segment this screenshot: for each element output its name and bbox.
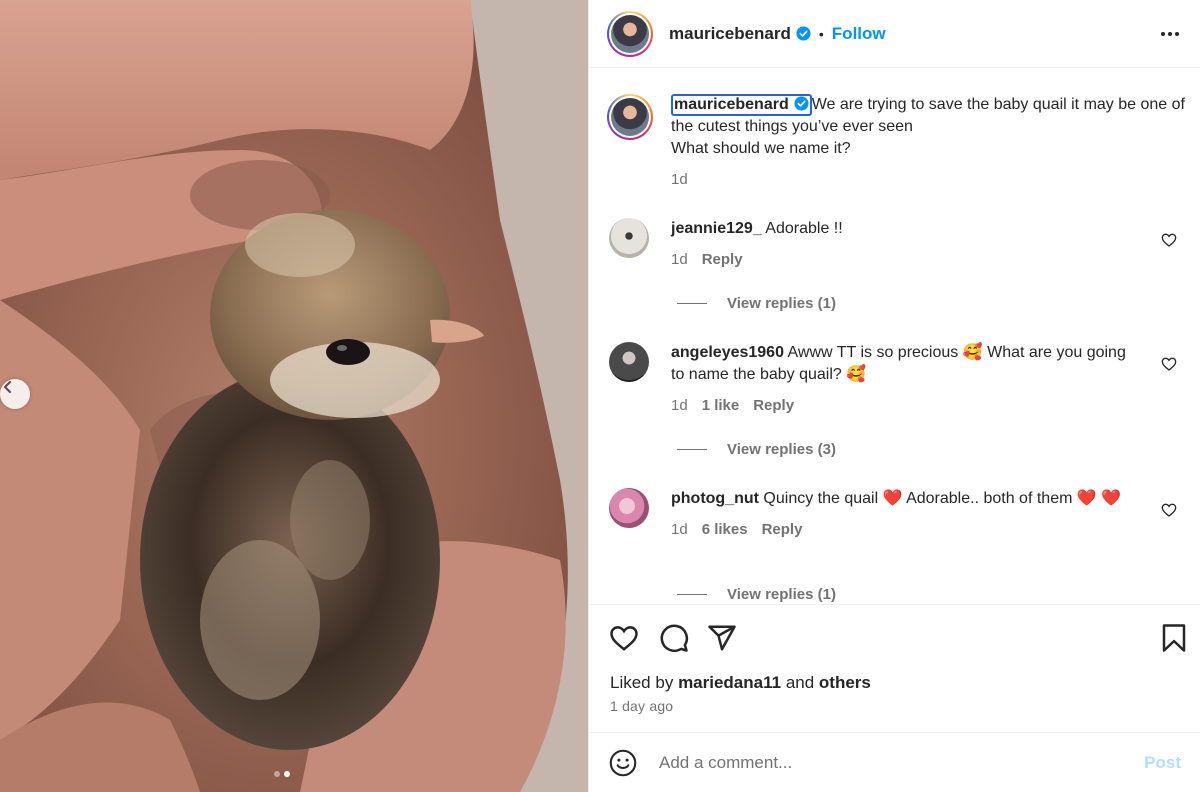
post-comment-button[interactable]: Post	[1144, 753, 1181, 773]
avatar[interactable]	[609, 488, 649, 528]
caption-text-line2: What should we name it?	[671, 140, 851, 157]
comment-text: Adorable !!	[765, 220, 843, 237]
view-replies-button[interactable]: View replies (3)	[677, 441, 836, 458]
profile-picture	[611, 98, 649, 136]
carousel-dot-active	[284, 771, 290, 777]
caption-time: 1d	[671, 171, 688, 188]
comment-composer: Post	[589, 732, 1200, 792]
liked-by-username[interactable]: mariedana11	[678, 673, 781, 692]
bookmark-icon[interactable]	[1159, 623, 1189, 653]
carousel-indicator	[274, 771, 290, 777]
comment-time: 1d	[671, 397, 688, 414]
post-media[interactable]	[0, 0, 588, 792]
post-header: mauricebenard • Follow	[589, 0, 1200, 68]
post-caption: mauricebenard We are trying to save the b…	[607, 94, 1187, 191]
caption-username[interactable]: mauricebenard	[671, 94, 812, 116]
more-options-icon[interactable]	[1158, 22, 1182, 46]
comment-username[interactable]: angeleyes1960	[671, 344, 784, 361]
previous-slide-button[interactable]	[0, 379, 30, 409]
view-replies-button[interactable]: View replies (1)	[677, 586, 836, 603]
comment-likes[interactable]: 1 like	[702, 397, 740, 414]
comment-likes[interactable]: 6 likes	[702, 521, 748, 538]
comment-item: photog_nut Quincy the quail ❤️ Adorable.…	[609, 488, 1189, 541]
author-username[interactable]: mauricebenard	[669, 24, 791, 44]
carousel-dot	[274, 771, 280, 777]
emoji-icon[interactable]	[609, 749, 637, 777]
comment-icon[interactable]	[659, 623, 689, 653]
comment-username[interactable]: photog_nut	[671, 490, 759, 507]
comment-text: Quincy the quail ❤️ Adorable.. both of t…	[763, 490, 1122, 507]
avatar[interactable]	[607, 10, 653, 57]
comment-time: 1d	[671, 251, 688, 268]
comments-section[interactable]: mauricebenard We are trying to save the b…	[589, 68, 1200, 604]
like-comment-heart-icon[interactable]	[1161, 502, 1177, 518]
reply-button[interactable]: Reply	[753, 397, 794, 414]
avatar[interactable]	[609, 218, 649, 258]
reply-button[interactable]: Reply	[762, 521, 803, 538]
action-bar: Liked by mariedana11 and others 1 day ag…	[589, 604, 1200, 732]
quail-chick-photo	[0, 0, 588, 792]
chevron-left-icon	[3, 380, 12, 394]
heart-icon[interactable]	[609, 623, 639, 653]
post-panel: mauricebenard • Follow mauricebenard We a…	[588, 0, 1200, 792]
comment-item: angeleyes1960 Awww TT is so precious 🥰 W…	[609, 342, 1189, 417]
verified-badge-icon	[794, 96, 809, 111]
share-icon[interactable]	[707, 623, 737, 653]
profile-picture	[611, 14, 649, 53]
reply-button[interactable]: Reply	[702, 251, 743, 268]
view-replies-button[interactable]: View replies (1)	[677, 295, 836, 312]
avatar[interactable]	[607, 94, 653, 140]
comment-item: jeannie129_ Adorable !! 1d Reply	[609, 218, 1189, 271]
post-timestamp[interactable]: 1 day ago	[610, 698, 673, 714]
follow-button[interactable]: Follow	[832, 24, 886, 44]
comment-username[interactable]: jeannie129_	[671, 220, 762, 237]
separator-dot: •	[818, 25, 824, 42]
comment-input[interactable]	[659, 752, 1119, 773]
comment-time: 1d	[671, 521, 688, 538]
like-comment-heart-icon[interactable]	[1161, 356, 1177, 372]
likes-summary[interactable]: Liked by mariedana11 and others	[610, 673, 871, 693]
liked-by-others[interactable]: others	[819, 673, 871, 692]
avatar[interactable]	[609, 342, 649, 382]
like-comment-heart-icon[interactable]	[1161, 232, 1177, 248]
verified-badge-icon	[796, 26, 811, 41]
